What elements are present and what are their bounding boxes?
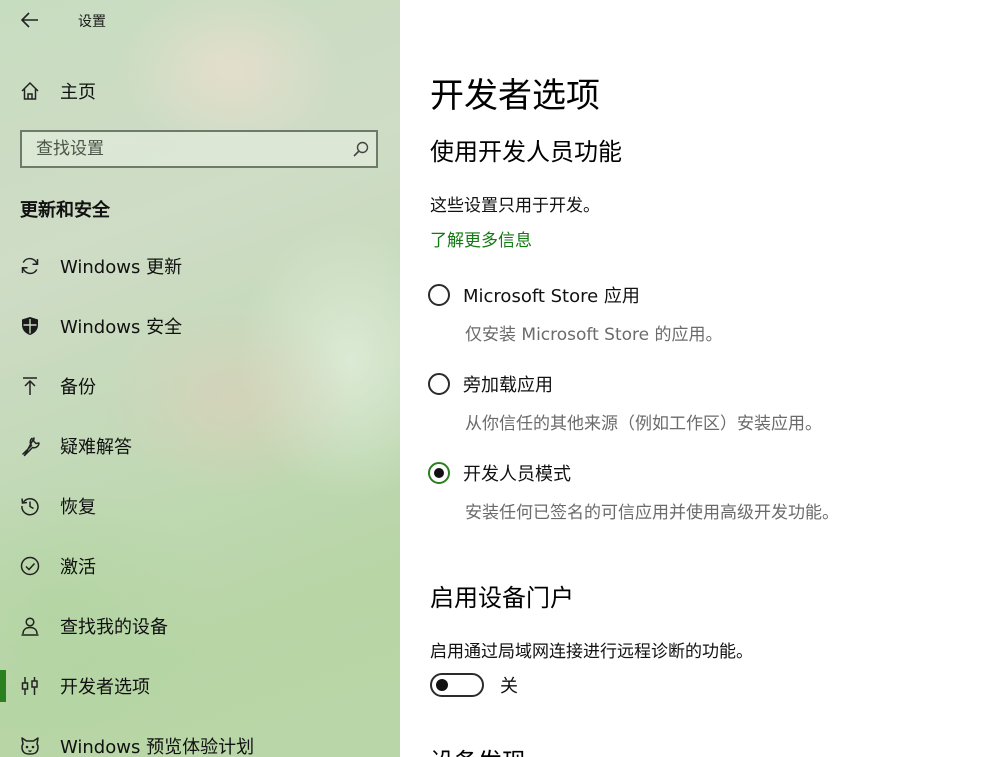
sidebar-item-label: 主页 (60, 82, 96, 103)
search-input[interactable] (22, 133, 346, 165)
radio-description: 仅安装 Microsoft Store 的应用。 (465, 325, 723, 345)
sync-icon (19, 255, 41, 277)
upload-arrow-icon (19, 375, 41, 397)
page-title: 开发者选项 (430, 76, 600, 116)
wrench-icon (19, 435, 41, 457)
radio-label: 旁加载应用 (463, 375, 553, 396)
history-icon (19, 495, 41, 517)
radio-dot (434, 468, 444, 478)
sidebar-item-label: 恢复 (60, 497, 96, 518)
sidebar-item-windows-update[interactable]: Windows 更新 (0, 246, 400, 286)
sidebar-item-developer-options[interactable]: 开发者选项 (0, 666, 400, 706)
sidebar-item-find-my-device[interactable]: 查找我的设备 (0, 606, 400, 646)
toggle-knob (436, 679, 448, 691)
check-circle-icon (19, 555, 41, 577)
device-portal-description: 启用通过局域网连接进行远程诊断的功能。 (430, 642, 753, 662)
toggle-state-label: 关 (500, 676, 518, 697)
dev-features-description: 这些设置只用于开发。 (430, 196, 600, 216)
settings-window: 设置 主页 更新和安全 (0, 0, 994, 757)
radio-button[interactable] (428, 284, 450, 306)
sidebar-item-troubleshoot[interactable]: 疑难解答 (0, 426, 400, 466)
search-icon[interactable] (346, 134, 376, 164)
window-title: 设置 (78, 14, 106, 30)
device-portal-heading: 启用设备门户 (430, 584, 574, 612)
sidebar-item-label: Windows 预览体验计划 (60, 737, 255, 757)
radio-sideload-apps[interactable]: 旁加载应用 (428, 369, 553, 399)
radio-button-checked[interactable] (428, 462, 450, 484)
person-location-icon (19, 615, 41, 637)
back-button[interactable] (16, 8, 44, 32)
sidebar-item-label: 激活 (60, 557, 96, 578)
radio-description: 从你信任的其他来源（例如工作区）安装应用。 (465, 414, 822, 434)
radio-description: 安装任何已签名的可信应用并使用高级开发功能。 (465, 503, 839, 523)
device-portal-toggle[interactable] (430, 673, 484, 697)
sidebar-item-label: 查找我的设备 (60, 617, 168, 638)
learn-more-link[interactable]: 了解更多信息 (430, 226, 532, 251)
home-icon (19, 80, 41, 102)
sidebar-item-label: 疑难解答 (60, 437, 132, 458)
sidebar-section-heading: 更新和安全 (20, 200, 110, 221)
sidebar-item-backup[interactable]: 备份 (0, 366, 400, 406)
search-box (20, 130, 378, 168)
sidebar-item-recovery[interactable]: 恢复 (0, 486, 400, 526)
radio-label: Microsoft Store 应用 (463, 286, 640, 307)
radio-developer-mode[interactable]: 开发人员模式 (428, 458, 571, 488)
sidebar: 设置 主页 更新和安全 (0, 0, 400, 757)
main-content: 开发者选项 使用开发人员功能 这些设置只用于开发。 了解更多信息 Microso… (400, 0, 994, 757)
sidebar-item-label: 开发者选项 (60, 677, 150, 698)
sidebar-item-activation[interactable]: 激活 (0, 546, 400, 586)
sidebar-item-label: 备份 (60, 377, 96, 398)
radio-label: 开发人员模式 (463, 464, 571, 485)
dev-tools-icon (19, 675, 41, 697)
shield-icon (19, 315, 41, 337)
sidebar-item-label: Windows 安全 (60, 317, 183, 338)
device-portal-toggle-row: 关 (430, 670, 518, 700)
device-discovery-heading: 设备发现 (430, 742, 526, 757)
sidebar-item-windows-insider[interactable]: Windows 预览体验计划 (0, 726, 400, 757)
sidebar-item-label: Windows 更新 (60, 257, 183, 278)
radio-button[interactable] (428, 373, 450, 395)
sidebar-item-windows-security[interactable]: Windows 安全 (0, 306, 400, 346)
insider-cat-icon (19, 735, 41, 757)
back-arrow-icon (21, 12, 38, 28)
sidebar-item-home[interactable]: 主页 (0, 71, 400, 111)
dev-features-heading: 使用开发人员功能 (430, 138, 622, 166)
title-bar: 设置 (0, 0, 400, 40)
radio-microsoft-store-apps[interactable]: Microsoft Store 应用 (428, 280, 640, 310)
